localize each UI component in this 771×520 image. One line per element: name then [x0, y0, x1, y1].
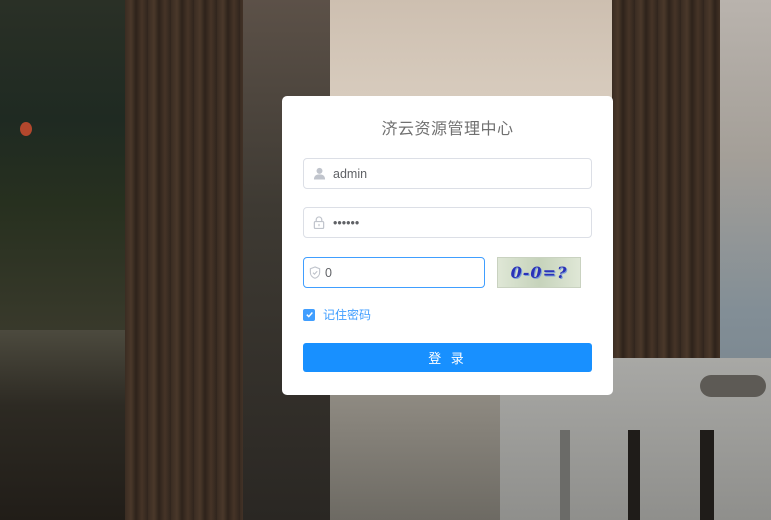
- background-street: [0, 330, 130, 520]
- background-light: [20, 122, 32, 136]
- user-icon: [304, 159, 329, 188]
- background-chair-slat: [628, 430, 640, 520]
- background-foliage: [0, 0, 130, 340]
- background-chair-handle: [700, 375, 766, 397]
- remember-password-checkbox[interactable]: 记住密码: [303, 306, 371, 323]
- remember-password-label: 记住密码: [323, 308, 372, 322]
- background-chair-slat: [700, 430, 714, 520]
- username-input[interactable]: [329, 159, 591, 188]
- captcha-input[interactable]: [321, 258, 486, 287]
- login-button[interactable]: 登 录: [303, 343, 592, 372]
- captcha-text: 0-0=?: [510, 263, 568, 282]
- checkbox-checked-icon[interactable]: [303, 308, 315, 321]
- page-title: 济云资源管理中心: [381, 121, 514, 138]
- shield-icon: [304, 258, 321, 287]
- captcha-image[interactable]: 0-0=?: [497, 257, 581, 288]
- username-field[interactable]: [303, 158, 592, 189]
- background-chair-slat: [560, 430, 570, 520]
- login-card: 济云资源管理中心 0-0=?: [282, 96, 613, 395]
- lock-icon: [304, 208, 329, 237]
- background-wood-post: [125, 0, 243, 520]
- password-field[interactable]: [303, 207, 592, 238]
- password-input[interactable]: [329, 208, 591, 237]
- captcha-field[interactable]: [303, 257, 486, 288]
